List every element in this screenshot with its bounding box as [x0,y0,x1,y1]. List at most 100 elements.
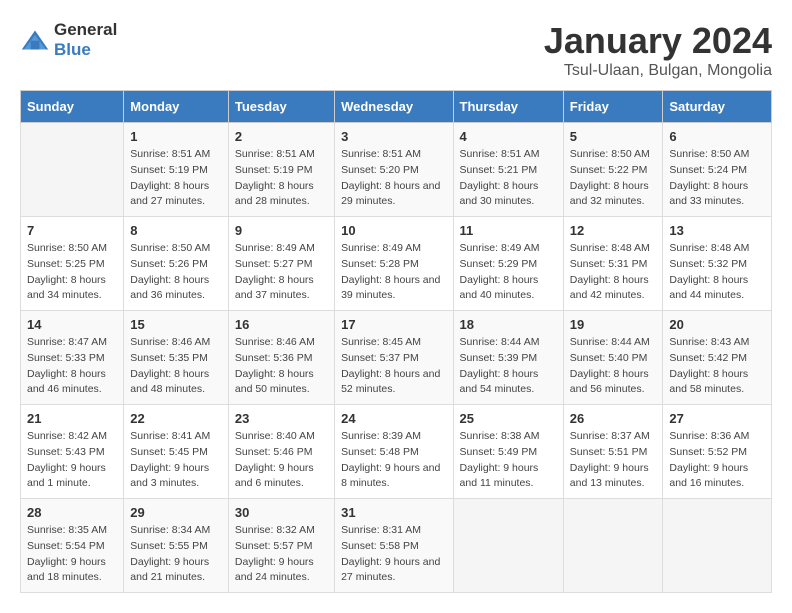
day-number: 6 [669,129,765,144]
day-daylight: Daylight: 8 hours and 37 minutes. [235,274,314,302]
day-sunrise: Sunrise: 8:50 AM [669,148,749,160]
day-daylight: Daylight: 8 hours and 28 minutes. [235,180,314,208]
calendar-week-row: 21 Sunrise: 8:42 AM Sunset: 5:43 PM Dayl… [21,405,772,499]
calendar-cell: 9 Sunrise: 8:49 AM Sunset: 5:27 PM Dayli… [228,217,334,311]
calendar-cell: 16 Sunrise: 8:46 AM Sunset: 5:36 PM Dayl… [228,311,334,405]
calendar-cell: 7 Sunrise: 8:50 AM Sunset: 5:25 PM Dayli… [21,217,124,311]
day-daylight: Daylight: 9 hours and 6 minutes. [235,462,314,490]
day-daylight: Daylight: 8 hours and 33 minutes. [669,180,748,208]
calendar-cell: 2 Sunrise: 8:51 AM Sunset: 5:19 PM Dayli… [228,123,334,217]
day-sunset: Sunset: 5:26 PM [130,258,208,270]
day-daylight: Daylight: 9 hours and 21 minutes. [130,556,209,584]
calendar-cell: 17 Sunrise: 8:45 AM Sunset: 5:37 PM Dayl… [335,311,453,405]
day-daylight: Daylight: 8 hours and 50 minutes. [235,368,314,396]
day-daylight: Daylight: 8 hours and 34 minutes. [27,274,106,302]
day-sunset: Sunset: 5:40 PM [570,352,648,364]
day-sunrise: Sunrise: 8:37 AM [570,430,650,442]
day-daylight: Daylight: 8 hours and 30 minutes. [460,180,539,208]
day-sunset: Sunset: 5:21 PM [460,164,538,176]
header-wednesday: Wednesday [335,91,453,123]
logo: General Blue [20,20,117,60]
calendar-cell [21,123,124,217]
calendar-cell: 4 Sunrise: 8:51 AM Sunset: 5:21 PM Dayli… [453,123,563,217]
calendar-cell: 26 Sunrise: 8:37 AM Sunset: 5:51 PM Dayl… [563,405,663,499]
day-sunset: Sunset: 5:39 PM [460,352,538,364]
day-daylight: Daylight: 9 hours and 1 minute. [27,462,106,490]
day-sunset: Sunset: 5:29 PM [460,258,538,270]
header-thursday: Thursday [453,91,563,123]
calendar-week-row: 28 Sunrise: 8:35 AM Sunset: 5:54 PM Dayl… [21,499,772,593]
calendar-cell: 25 Sunrise: 8:38 AM Sunset: 5:49 PM Dayl… [453,405,563,499]
day-number: 31 [341,505,446,520]
day-sunset: Sunset: 5:24 PM [669,164,747,176]
day-sunrise: Sunrise: 8:50 AM [130,242,210,254]
calendar-cell: 1 Sunrise: 8:51 AM Sunset: 5:19 PM Dayli… [124,123,229,217]
day-number: 15 [130,317,222,332]
day-number: 14 [27,317,117,332]
calendar-cell: 31 Sunrise: 8:31 AM Sunset: 5:58 PM Dayl… [335,499,453,593]
day-sunset: Sunset: 5:31 PM [570,258,648,270]
calendar-cell [453,499,563,593]
day-number: 25 [460,411,557,426]
day-daylight: Daylight: 8 hours and 54 minutes. [460,368,539,396]
day-daylight: Daylight: 8 hours and 40 minutes. [460,274,539,302]
calendar-cell: 19 Sunrise: 8:44 AM Sunset: 5:40 PM Dayl… [563,311,663,405]
day-sunset: Sunset: 5:19 PM [235,164,313,176]
day-daylight: Daylight: 8 hours and 29 minutes. [341,180,440,208]
day-sunrise: Sunrise: 8:38 AM [460,430,540,442]
header-sunday: Sunday [21,91,124,123]
logo-blue: Blue [54,40,117,60]
day-sunset: Sunset: 5:35 PM [130,352,208,364]
day-number: 28 [27,505,117,520]
day-sunrise: Sunrise: 8:41 AM [130,430,210,442]
calendar-cell: 21 Sunrise: 8:42 AM Sunset: 5:43 PM Dayl… [21,405,124,499]
calendar-table: Sunday Monday Tuesday Wednesday Thursday… [20,90,772,593]
day-sunrise: Sunrise: 8:51 AM [235,148,315,160]
day-daylight: Daylight: 8 hours and 36 minutes. [130,274,209,302]
day-sunrise: Sunrise: 8:50 AM [27,242,107,254]
day-sunrise: Sunrise: 8:51 AM [341,148,421,160]
calendar-cell: 8 Sunrise: 8:50 AM Sunset: 5:26 PM Dayli… [124,217,229,311]
calendar-cell: 24 Sunrise: 8:39 AM Sunset: 5:48 PM Dayl… [335,405,453,499]
day-sunset: Sunset: 5:19 PM [130,164,208,176]
day-sunrise: Sunrise: 8:44 AM [570,336,650,348]
day-sunset: Sunset: 5:48 PM [341,446,419,458]
day-daylight: Daylight: 8 hours and 32 minutes. [570,180,649,208]
day-number: 22 [130,411,222,426]
day-daylight: Daylight: 8 hours and 46 minutes. [27,368,106,396]
calendar-cell: 14 Sunrise: 8:47 AM Sunset: 5:33 PM Dayl… [21,311,124,405]
day-number: 24 [341,411,446,426]
day-sunrise: Sunrise: 8:36 AM [669,430,749,442]
day-daylight: Daylight: 8 hours and 42 minutes. [570,274,649,302]
day-sunrise: Sunrise: 8:48 AM [669,242,749,254]
day-sunrise: Sunrise: 8:31 AM [341,524,421,536]
calendar-cell: 5 Sunrise: 8:50 AM Sunset: 5:22 PM Dayli… [563,123,663,217]
calendar-week-row: 7 Sunrise: 8:50 AM Sunset: 5:25 PM Dayli… [21,217,772,311]
header-monday: Monday [124,91,229,123]
header-saturday: Saturday [663,91,772,123]
day-sunrise: Sunrise: 8:40 AM [235,430,315,442]
day-sunset: Sunset: 5:25 PM [27,258,105,270]
day-sunset: Sunset: 5:33 PM [27,352,105,364]
day-daylight: Daylight: 8 hours and 48 minutes. [130,368,209,396]
day-sunset: Sunset: 5:58 PM [341,540,419,552]
day-sunrise: Sunrise: 8:43 AM [669,336,749,348]
day-sunrise: Sunrise: 8:44 AM [460,336,540,348]
day-sunrise: Sunrise: 8:49 AM [235,242,315,254]
day-number: 11 [460,223,557,238]
day-sunrise: Sunrise: 8:32 AM [235,524,315,536]
day-daylight: Daylight: 9 hours and 8 minutes. [341,462,440,490]
day-number: 10 [341,223,446,238]
day-sunset: Sunset: 5:42 PM [669,352,747,364]
header-tuesday: Tuesday [228,91,334,123]
day-sunset: Sunset: 5:52 PM [669,446,747,458]
calendar-cell: 22 Sunrise: 8:41 AM Sunset: 5:45 PM Dayl… [124,405,229,499]
location-title: Tsul-Ulaan, Bulgan, Mongolia [544,62,772,80]
day-sunrise: Sunrise: 8:51 AM [130,148,210,160]
day-daylight: Daylight: 8 hours and 39 minutes. [341,274,440,302]
day-daylight: Daylight: 9 hours and 13 minutes. [570,462,649,490]
day-number: 17 [341,317,446,332]
day-sunset: Sunset: 5:37 PM [341,352,419,364]
day-sunset: Sunset: 5:54 PM [27,540,105,552]
day-sunset: Sunset: 5:28 PM [341,258,419,270]
